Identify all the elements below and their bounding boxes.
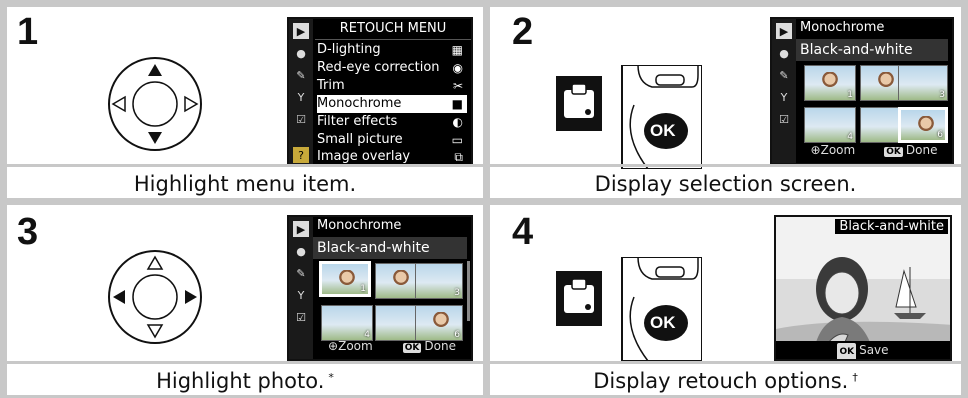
menu-item-filter-effects[interactable]: Filter effects ◐: [317, 113, 467, 131]
selection-screen: ▶ ● ✎ Y ☑ Monochrome Black-and-white 1 2…: [287, 215, 473, 361]
multi-selector-icon[interactable]: [99, 54, 211, 154]
custom-tab-icon[interactable]: ✎: [293, 67, 309, 83]
zoom-hint: ⊕Zoom: [810, 143, 856, 157]
setup-tab-icon[interactable]: Y: [293, 287, 309, 303]
save-hint: Save: [859, 343, 889, 357]
camera-back-icon: [556, 76, 602, 131]
thumbnail-selected[interactable]: 1: [319, 261, 371, 297]
eye-icon: ◉: [452, 61, 463, 75]
shooting-tab-icon[interactable]: ●: [293, 243, 309, 259]
step-number: 1: [17, 11, 39, 53]
screen-title: Monochrome: [800, 20, 885, 35]
menu-item-red-eye[interactable]: Red-eye correction ◉: [317, 59, 467, 77]
menu-item-label: Filter effects: [317, 114, 398, 129]
step-caption: Highlight menu item.: [7, 164, 483, 201]
thumbnail[interactable]: 4: [321, 305, 373, 341]
preview-title: Black-and-white: [835, 219, 948, 234]
screen-subtitle: Black-and-white: [313, 237, 467, 259]
step-panel-1: 1 ▶ ● ✎ Y ☑ ? RETOUCH MENU D-lighting ▦ R…: [7, 7, 483, 198]
step-caption: Display selection screen.: [490, 164, 961, 201]
custom-tab-icon[interactable]: ✎: [776, 67, 792, 83]
done-hint: OK Done: [884, 143, 938, 157]
filter-icon: ◐: [452, 115, 463, 129]
playback-tab-icon[interactable]: ▶: [776, 23, 792, 39]
thumbnail[interactable]: 3: [415, 263, 463, 299]
ok-key-icon: OK: [402, 343, 422, 353]
thumbnail[interactable]: 1: [804, 65, 856, 101]
caption-text: Highlight menu item.: [133, 172, 357, 196]
menu-item-label: Trim: [317, 78, 345, 93]
menu-title: RETOUCH MENU: [315, 19, 471, 40]
playback-tab-icon[interactable]: ▶: [293, 23, 309, 39]
multi-selector-icon[interactable]: [99, 247, 211, 347]
menu-item-label: Monochrome: [317, 96, 402, 111]
retouch-preview-screen: Black-and-white OK Save: [774, 215, 952, 361]
screen-subtitle: Black-and-white: [796, 39, 948, 61]
menu-tabs: ▶ ● ✎ Y ☑: [772, 19, 796, 163]
menu-item-small-picture[interactable]: Small picture ▭: [317, 131, 467, 149]
step-panel-3: 3 ▶ ● ✎ Y ☑ Monochrome Black-and-white 1…: [7, 205, 483, 395]
caption-text: Display retouch options.: [593, 369, 849, 393]
zoom-icon: ⊕: [810, 143, 821, 157]
retouch-tab-icon[interactable]: ☑: [776, 111, 792, 127]
menu-item-d-lighting[interactable]: D-lighting ▦: [317, 41, 467, 59]
small-picture-icon: ▭: [451, 133, 463, 147]
ok-key-icon: OK: [837, 343, 857, 359]
d-lighting-icon: ▦: [451, 43, 463, 57]
screen-footer: ⊕Zoom OK Done: [796, 143, 952, 161]
step-number: 4: [512, 211, 534, 253]
preview-footer: OK Save: [776, 341, 950, 359]
ok-button[interactable]: OK: [650, 313, 676, 333]
step-caption: Display retouch options. †: [490, 361, 961, 398]
preview-image: [776, 217, 950, 359]
step-caption: Highlight photo. *: [7, 361, 483, 398]
zoom-icon: ⊕: [328, 339, 339, 353]
menu-item-trim[interactable]: Trim ✂: [317, 77, 467, 95]
footnote-marker: *: [328, 370, 334, 384]
menu-item-label: Image overlay: [317, 149, 411, 164]
caption-text: Highlight photo.: [156, 369, 325, 393]
screen-footer: ⊕Zoom OK Done: [313, 339, 471, 357]
setup-tab-icon[interactable]: Y: [776, 89, 792, 105]
thumbnail-selected[interactable]: 6: [898, 107, 948, 143]
menu-item-monochrome[interactable]: Monochrome ■: [317, 95, 467, 113]
ok-button-closeup: [621, 65, 702, 169]
step-panel-2: 2 OK ▶ ● ✎ Y ☑ Monochrome Black-and-whit…: [490, 7, 961, 198]
custom-tab-icon[interactable]: ✎: [293, 265, 309, 281]
monochrome-icon: ■: [451, 97, 463, 111]
shooting-tab-icon[interactable]: ●: [293, 45, 309, 61]
selection-screen: ▶ ● ✎ Y ☑ Monochrome Black-and-white 1 2…: [770, 17, 954, 165]
ok-button-closeup: [621, 257, 702, 361]
ok-key-icon: OK: [884, 147, 903, 157]
thumbnail[interactable]: 4: [804, 107, 856, 143]
playback-tab-icon[interactable]: ▶: [293, 221, 309, 237]
step-number: 3: [17, 211, 39, 253]
step-panel-4: 4 OK Black-and-white OK Save Display ret…: [490, 205, 961, 395]
menu-item-label: Red-eye correction: [317, 60, 440, 75]
menu-item-label: D-lighting: [317, 42, 381, 57]
screen-title: Monochrome: [317, 218, 402, 233]
ok-button[interactable]: OK: [650, 121, 676, 141]
retouch-menu-screen: ▶ ● ✎ Y ☑ ? RETOUCH MENU D-lighting ▦ Red…: [287, 17, 473, 167]
shooting-tab-icon[interactable]: ●: [776, 45, 792, 61]
thumbnail[interactable]: 6: [415, 305, 463, 341]
menu-item-label: Small picture: [317, 132, 403, 147]
camera-back-icon: [556, 271, 602, 326]
retouch-tab-icon[interactable]: ☑: [293, 111, 309, 127]
scrollbar[interactable]: [467, 261, 470, 321]
done-hint: OK Done: [402, 339, 456, 353]
menu-tabs: ▶ ● ✎ Y ☑: [289, 217, 313, 359]
caption-text: Display selection screen.: [594, 172, 857, 196]
step-number: 2: [512, 11, 534, 53]
menu-tabs: ▶ ● ✎ Y ☑ ?: [289, 19, 313, 165]
zoom-hint: ⊕Zoom: [328, 339, 373, 353]
thumbnail[interactable]: 3: [898, 65, 948, 101]
footnote-marker: †: [852, 370, 858, 384]
scissors-icon: ✂: [452, 79, 463, 93]
help-icon[interactable]: ?: [293, 147, 309, 163]
setup-tab-icon[interactable]: Y: [293, 89, 309, 105]
retouch-tab-icon[interactable]: ☑: [293, 309, 309, 325]
